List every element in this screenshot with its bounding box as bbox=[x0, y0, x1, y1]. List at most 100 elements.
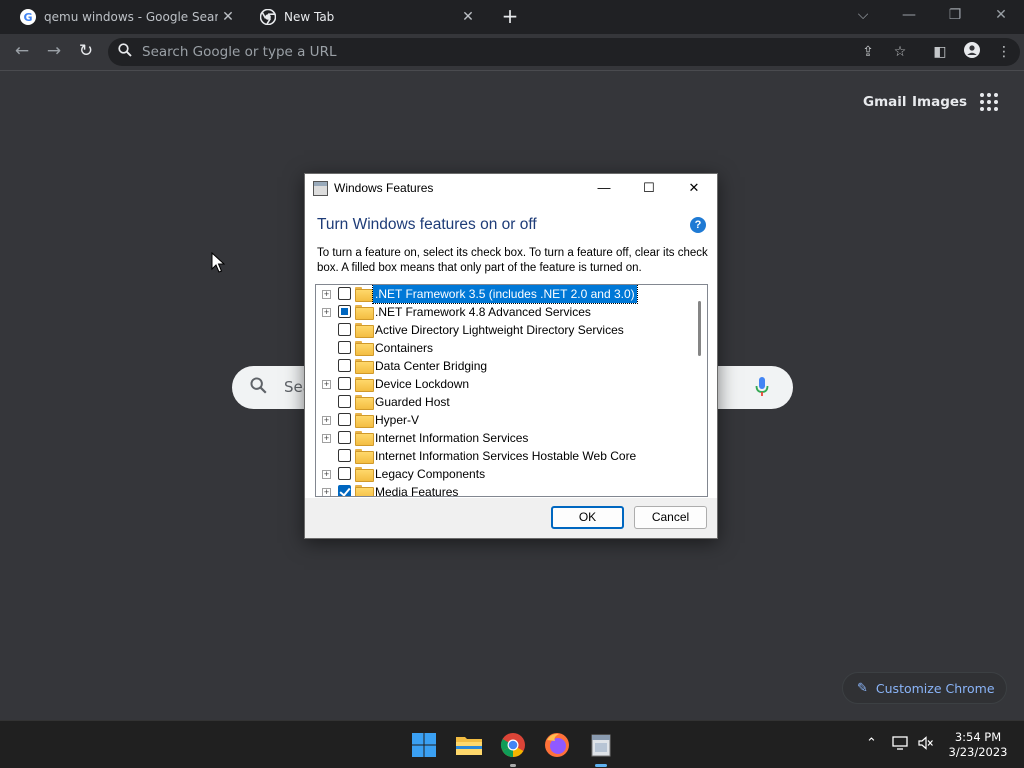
feature-checkbox[interactable] bbox=[338, 341, 351, 354]
gmail-link[interactable]: Gmail bbox=[863, 94, 907, 110]
pencil-icon: ✎ bbox=[857, 680, 868, 696]
close-tab-icon[interactable]: ✕ bbox=[458, 9, 478, 25]
feature-label: Containers bbox=[375, 341, 434, 355]
google-g-icon: G bbox=[20, 9, 36, 25]
feature-row[interactable]: Active Directory Lightweight Directory S… bbox=[316, 321, 696, 339]
windows-features-app-icon[interactable] bbox=[585, 729, 617, 767]
feature-checkbox[interactable] bbox=[338, 431, 351, 444]
images-link[interactable]: Images bbox=[912, 94, 967, 110]
customize-chrome-label: Customize Chrome bbox=[875, 680, 995, 696]
tab-google-search[interactable]: G qemu windows - Google Search ✕ bbox=[8, 0, 248, 34]
folder-icon bbox=[355, 485, 374, 496]
dialog-minimize-icon[interactable]: — bbox=[581, 174, 627, 202]
taskbar-clock[interactable]: 3:54 PM 3/23/2023 bbox=[940, 730, 1016, 760]
dialog-title: Windows Features bbox=[334, 181, 434, 195]
volume-muted-icon[interactable] bbox=[918, 736, 934, 754]
folder-icon bbox=[355, 305, 374, 320]
folder-icon bbox=[355, 395, 374, 410]
tab-strip: G qemu windows - Google Search ✕ New Tab… bbox=[0, 0, 1024, 34]
feature-checkbox[interactable] bbox=[338, 395, 351, 408]
expand-plus-icon[interactable]: + bbox=[322, 488, 331, 496]
feature-checkbox[interactable] bbox=[338, 323, 351, 336]
address-bar[interactable]: Search Google or type a URL ⇪ ☆ ◧ ⋮ bbox=[108, 38, 1020, 66]
tab-new-tab[interactable]: New Tab ✕ bbox=[248, 0, 488, 34]
tree-scrollbar-thumb[interactable] bbox=[698, 301, 701, 356]
feature-row[interactable]: + Device Lockdown bbox=[316, 375, 696, 393]
feature-checkbox[interactable] bbox=[338, 449, 351, 462]
expand-plus-icon[interactable]: + bbox=[322, 290, 331, 299]
feature-label: Device Lockdown bbox=[375, 377, 470, 391]
feature-row[interactable]: Data Center Bridging bbox=[316, 357, 696, 375]
back-arrow-icon[interactable]: ← bbox=[8, 38, 36, 66]
firefox-icon[interactable] bbox=[541, 729, 573, 761]
windows-features-dialog: Windows Features — ☐ ✕ Turn Windows feat… bbox=[304, 173, 718, 539]
chrome-icon[interactable] bbox=[497, 729, 529, 767]
feature-label: Data Center Bridging bbox=[375, 359, 488, 373]
feature-row[interactable]: Guarded Host bbox=[316, 393, 696, 411]
network-icon[interactable] bbox=[892, 736, 908, 754]
mouse-cursor-icon bbox=[211, 251, 226, 278]
minimize-window-icon[interactable]: — bbox=[889, 4, 929, 28]
feature-checkbox[interactable] bbox=[338, 467, 351, 480]
expand-plus-icon[interactable]: + bbox=[322, 416, 331, 425]
restore-window-icon[interactable]: ❐ bbox=[935, 4, 975, 28]
expand-plus-icon[interactable]: + bbox=[322, 380, 331, 389]
feature-checkbox[interactable] bbox=[338, 377, 351, 390]
feature-label: Internet Information Services Hostable W… bbox=[375, 449, 637, 463]
feature-row[interactable]: + .NET Framework 3.5 (includes .NET 2.0 a… bbox=[316, 285, 696, 304]
new-tab-button[interactable]: + bbox=[498, 5, 522, 29]
feature-label: .NET Framework 4.8 Advanced Services bbox=[375, 305, 591, 319]
file-explorer-icon[interactable] bbox=[453, 729, 485, 761]
dialog-close-icon[interactable]: ✕ bbox=[671, 174, 717, 202]
feature-row[interactable]: Internet Information Services Hostable W… bbox=[316, 447, 696, 465]
feature-checkbox[interactable] bbox=[338, 287, 351, 300]
feature-label: Active Directory Lightweight Directory S… bbox=[375, 323, 624, 337]
tab-title: qemu windows - Google Search bbox=[44, 10, 218, 24]
dialog-heading: Turn Windows features on or off bbox=[317, 216, 537, 233]
bookmark-star-icon[interactable]: ☆ bbox=[884, 44, 916, 60]
expand-plus-icon[interactable]: + bbox=[322, 308, 331, 317]
cancel-button[interactable]: Cancel bbox=[634, 506, 707, 529]
ok-button[interactable]: OK bbox=[551, 506, 624, 529]
profile-avatar-icon[interactable] bbox=[956, 42, 988, 62]
help-icon[interactable]: ? bbox=[690, 217, 706, 233]
forward-arrow-icon[interactable]: → bbox=[40, 38, 68, 66]
windows-taskbar: ⌃ 3:54 PM 3/23/2023 bbox=[0, 720, 1024, 768]
side-panel-icon[interactable]: ◧ bbox=[924, 44, 956, 60]
tab-search-chevron-icon[interactable]: ⌵ bbox=[843, 4, 883, 28]
folder-icon bbox=[355, 359, 374, 374]
feature-label: Hyper-V bbox=[375, 413, 420, 427]
windows-start-icon[interactable] bbox=[408, 729, 440, 761]
chrome-icon bbox=[259, 8, 277, 26]
google-apps-grid-icon[interactable] bbox=[980, 93, 1000, 113]
feature-checkbox[interactable] bbox=[338, 485, 351, 496]
kebab-menu-icon[interactable]: ⋮ bbox=[988, 44, 1020, 60]
feature-checkbox[interactable] bbox=[338, 413, 351, 426]
dialog-titlebar[interactable]: Windows Features — ☐ ✕ bbox=[305, 174, 717, 202]
close-window-icon[interactable]: ✕ bbox=[981, 4, 1021, 28]
feature-row[interactable]: + .NET Framework 4.8 Advanced Services bbox=[316, 303, 696, 321]
expand-plus-icon[interactable]: + bbox=[322, 470, 331, 479]
feature-checkbox[interactable] bbox=[338, 359, 351, 372]
features-tree[interactable]: + .NET Framework 3.5 (includes .NET 2.0 a… bbox=[315, 284, 708, 497]
folder-icon bbox=[355, 377, 374, 392]
feature-row[interactable]: + Legacy Components bbox=[316, 465, 696, 483]
expand-plus-icon[interactable]: + bbox=[322, 434, 331, 443]
feature-row[interactable]: + Internet Information Services bbox=[316, 429, 696, 447]
tab-title: New Tab bbox=[284, 10, 335, 24]
svg-text:G: G bbox=[23, 11, 32, 24]
show-hidden-icons-chevron-icon[interactable]: ⌃ bbox=[866, 736, 877, 751]
close-tab-icon[interactable]: ✕ bbox=[218, 9, 238, 25]
feature-row[interactable]: Containers bbox=[316, 339, 696, 357]
feature-checkbox[interactable] bbox=[338, 305, 351, 318]
customize-chrome-button[interactable]: ✎ Customize Chrome bbox=[842, 672, 1007, 704]
address-bar-placeholder: Search Google or type a URL bbox=[142, 44, 337, 60]
share-icon[interactable]: ⇪ bbox=[852, 44, 884, 60]
feature-label: Media Features bbox=[375, 485, 459, 497]
feature-row[interactable]: + Media Features bbox=[316, 483, 696, 497]
feature-label: Legacy Components bbox=[375, 467, 486, 481]
feature-row[interactable]: + Hyper-V bbox=[316, 411, 696, 429]
microphone-icon[interactable] bbox=[754, 376, 770, 402]
dialog-maximize-icon[interactable]: ☐ bbox=[626, 174, 672, 202]
reload-icon[interactable]: ↻ bbox=[72, 38, 100, 66]
